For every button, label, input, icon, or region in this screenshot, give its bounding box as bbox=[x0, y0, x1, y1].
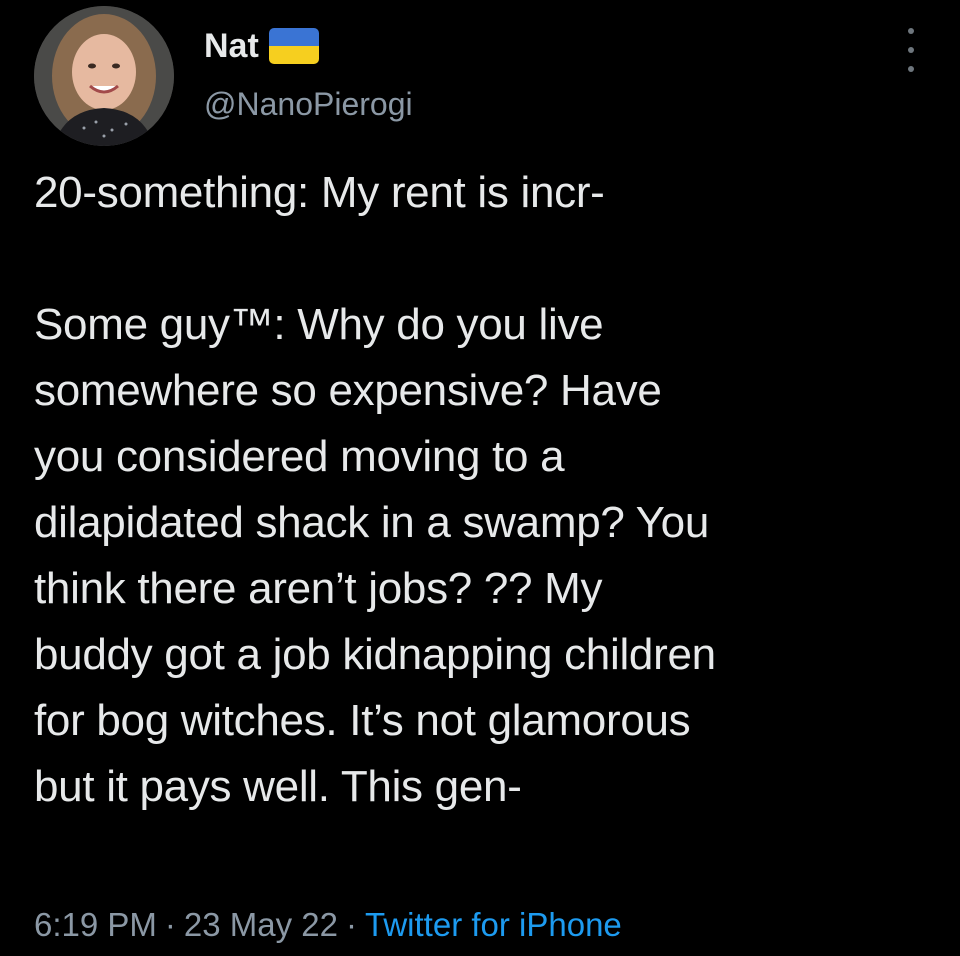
tweet-line: Some guy™: Why do you live bbox=[34, 300, 604, 349]
tweet-line: but it pays well. This gen- bbox=[34, 762, 522, 811]
flag-top-stripe bbox=[268, 28, 319, 46]
dot-icon bbox=[908, 47, 914, 53]
tweet-line: 20-something: My rent is incr- bbox=[34, 168, 605, 217]
tweet-line: dilapidated shack in a swamp? You bbox=[34, 498, 710, 547]
tweet-line: somewhere so expensive? Have bbox=[34, 366, 662, 415]
avatar[interactable] bbox=[34, 6, 174, 146]
tweet-card: Nat @NanoPierogi 20-something: My rent i… bbox=[0, 0, 960, 956]
tweet-source-link[interactable]: Twitter for iPhone bbox=[365, 906, 622, 943]
dot-icon bbox=[908, 28, 914, 34]
meta-separator: · bbox=[346, 906, 357, 943]
tweet-date[interactable]: 23 May 22 bbox=[184, 906, 338, 943]
dot-icon bbox=[908, 66, 914, 72]
tweet-meta: 6:19 PM · 23 May 22 · Twitter for iPhone bbox=[34, 908, 622, 941]
meta-separator: · bbox=[164, 906, 176, 943]
user-name-row: Nat bbox=[204, 28, 319, 64]
user-handle[interactable]: @NanoPierogi bbox=[204, 88, 413, 120]
more-options-icon[interactable] bbox=[896, 28, 926, 72]
flag-bottom-stripe bbox=[268, 46, 319, 64]
ukraine-flag-icon bbox=[268, 28, 319, 64]
tweet-line: you considered moving to a bbox=[34, 432, 565, 481]
avatar-photo bbox=[34, 6, 174, 146]
tweet-line: buddy got a job kidnapping children bbox=[34, 630, 716, 679]
display-name[interactable]: Nat bbox=[204, 29, 259, 63]
tweet-text: 20-something: My rent is incr- Some guy™… bbox=[34, 160, 934, 820]
tweet-line: for bog witches. It’s not glamorous bbox=[34, 696, 691, 745]
tweet-line: think there aren’t jobs? ?? My bbox=[34, 564, 603, 613]
tweet-time[interactable]: 6:19 PM bbox=[34, 906, 157, 943]
